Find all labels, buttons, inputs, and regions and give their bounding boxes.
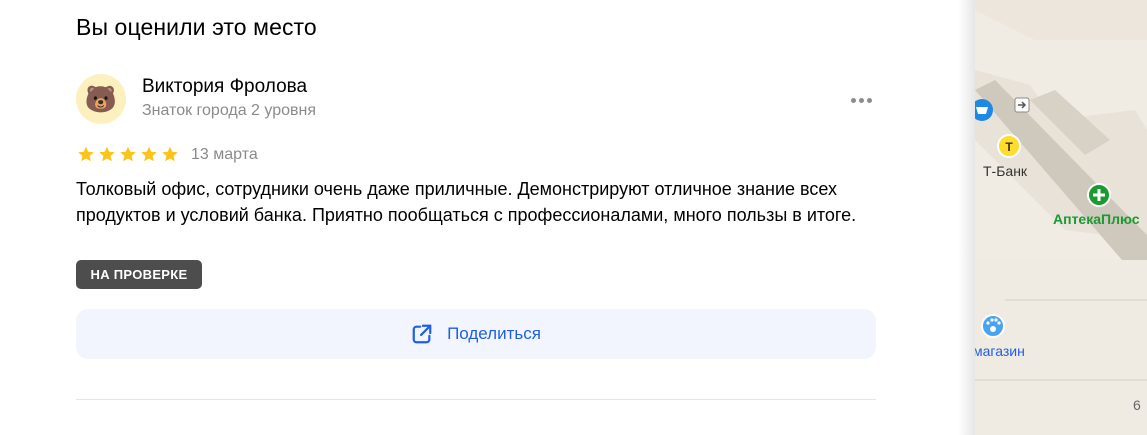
map-label-tbank[interactable]: Т-Банк bbox=[983, 163, 1027, 179]
star-icon bbox=[99, 146, 115, 162]
map-shadow bbox=[958, 0, 975, 435]
share-label: Поделиться bbox=[447, 324, 541, 343]
status-badge: НА ПРОВЕРКЕ bbox=[76, 260, 202, 289]
more-dot bbox=[850, 97, 856, 103]
map-label-shop[interactable]: магазин bbox=[975, 343, 1025, 359]
share-button[interactable]: Поделиться bbox=[76, 309, 876, 359]
more-options-button[interactable] bbox=[846, 92, 876, 108]
author-name[interactable]: Виктория Фролова bbox=[142, 76, 307, 98]
star-icon bbox=[141, 146, 157, 162]
author-level: Знаток города 2 уровня bbox=[142, 102, 317, 119]
map-view[interactable]: T Т-Банк АптекаПлюс магазин 6 bbox=[975, 0, 1147, 435]
review-panel: Вы оценили это место 🐻 Виктория Фролова … bbox=[0, 0, 958, 435]
map-house-number: 6 bbox=[1133, 397, 1141, 413]
star-icon bbox=[120, 146, 136, 162]
share-external-icon bbox=[412, 324, 432, 344]
entrance-icon bbox=[1014, 97, 1030, 113]
rating-stars bbox=[76, 145, 180, 164]
map-label-apteka[interactable]: АптекаПлюс bbox=[1053, 211, 1140, 227]
more-dot bbox=[858, 97, 864, 103]
bear-avatar-icon: 🐻 bbox=[84, 84, 118, 114]
more-dot bbox=[866, 97, 872, 103]
review-text: Толковый офис, сотрудники очень даже при… bbox=[76, 179, 857, 225]
svg-text:T: T bbox=[1005, 140, 1013, 154]
avatar[interactable]: 🐻 bbox=[76, 74, 126, 124]
star-icon bbox=[162, 146, 178, 162]
review-date: 13 марта bbox=[191, 146, 258, 163]
section-title: Вы оценили это место bbox=[76, 14, 317, 40]
star-icon bbox=[78, 146, 94, 162]
divider bbox=[76, 399, 876, 400]
